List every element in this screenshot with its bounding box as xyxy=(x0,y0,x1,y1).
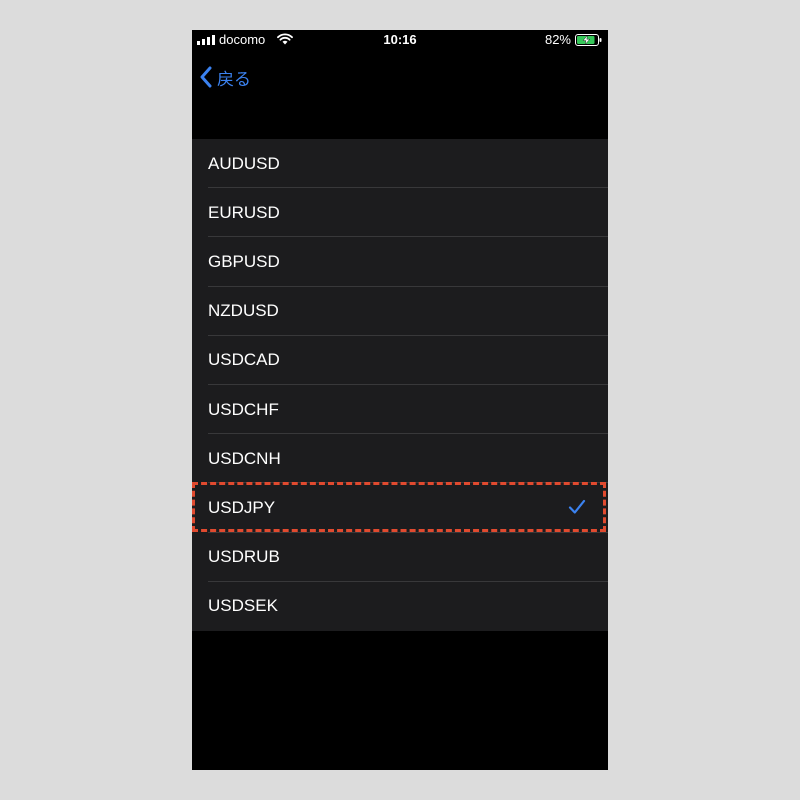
checkmark-icon xyxy=(568,500,586,514)
list-item-usdsek[interactable]: USDSEK xyxy=(192,582,608,631)
list-item-audusd[interactable]: AUDUSD xyxy=(192,139,608,189)
currency-pair-label: AUDUSD xyxy=(208,153,280,173)
battery-percentage: 82% xyxy=(544,32,571,47)
navigation-bar: 戻る xyxy=(192,58,608,98)
list-item-gbpusd[interactable]: GBPUSD xyxy=(192,237,608,287)
chevron-left-icon xyxy=(200,66,212,88)
currency-pair-label: USDCAD xyxy=(208,350,280,370)
status-bar: docomo 10:16 82% xyxy=(192,30,608,50)
list-item-usdchf[interactable]: USDCHF xyxy=(192,385,608,435)
list-item-usdjpy[interactable]: USDJPY xyxy=(192,483,608,533)
currency-pair-label: USDCHF xyxy=(208,399,279,419)
list-item-nzdusd[interactable]: NZDUSD xyxy=(192,287,608,336)
list-item-usdrub[interactable]: USDRUB xyxy=(192,533,608,582)
currency-pair-label: USDRUB xyxy=(208,547,280,567)
currency-pair-label: USDJPY xyxy=(208,497,276,517)
phone-screen: docomo 10:16 82% 戻る AUDUSD EURUSD GBPUSD NZ… xyxy=(192,30,608,770)
back-button[interactable]: 戻る xyxy=(199,64,251,90)
battery-charging-icon xyxy=(575,34,602,46)
currency-pair-label: EURUSD xyxy=(208,202,280,222)
back-button-label: 戻る xyxy=(217,69,251,90)
currency-pair-label: GBPUSD xyxy=(208,251,280,271)
currency-pair-label: NZDUSD xyxy=(208,301,279,321)
list-item-eurusd[interactable]: EURUSD xyxy=(192,188,608,238)
list-item-usdcnh[interactable]: USDCNH xyxy=(192,434,608,484)
list-item-usdcad[interactable]: USDCAD xyxy=(192,336,608,385)
currency-pair-list: AUDUSD EURUSD GBPUSD NZDUSD USDCAD USDCHF USDC… xyxy=(192,139,608,631)
currency-pair-label: USDSEK xyxy=(208,596,278,616)
currency-pair-label: USDCNH xyxy=(208,448,281,468)
